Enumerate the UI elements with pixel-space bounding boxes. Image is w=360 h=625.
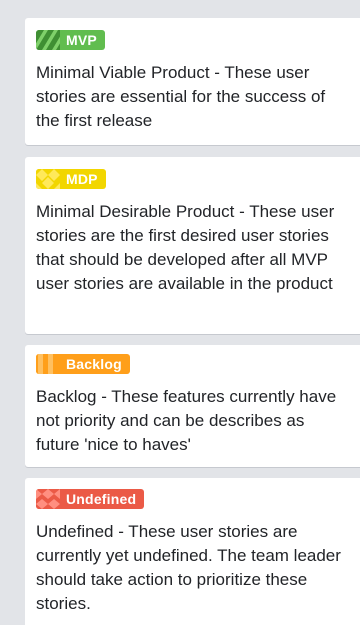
- orange-bars-icon: [36, 354, 60, 374]
- card-description: Minimal Desirable Product - These user s…: [36, 202, 335, 293]
- label-badge-backlog[interactable]: Backlog: [36, 354, 130, 374]
- label-badge-mvp[interactable]: MVP: [36, 30, 105, 50]
- card-description: Undefined - These user stories are curre…: [36, 522, 341, 613]
- label-badge-mdp[interactable]: MDP: [36, 169, 106, 189]
- card-description: Minimal Viable Product - These user stor…: [36, 63, 326, 130]
- yellow-diamonds-icon: [36, 169, 60, 189]
- label-text: Backlog: [66, 356, 122, 372]
- card-undefined[interactable]: Undefined Undefined - These user stories…: [25, 478, 360, 625]
- card-mvp[interactable]: MVP Minimal Viable Product - These user …: [25, 18, 360, 145]
- green-stripes-icon: [36, 30, 60, 50]
- label-text: MVP: [66, 32, 97, 48]
- label-badge-undefined[interactable]: Undefined: [36, 489, 145, 509]
- card-description: Backlog - These features currently have …: [36, 387, 337, 454]
- label-text: MDP: [66, 171, 98, 187]
- card-list: MVP Minimal Viable Product - These user …: [0, 0, 360, 625]
- card-backlog[interactable]: Backlog Backlog - These features current…: [25, 345, 360, 467]
- card-mdp[interactable]: MDP Minimal Desirable Product - These us…: [25, 157, 360, 334]
- red-checker-icon: [36, 489, 60, 509]
- label-text: Undefined: [66, 491, 137, 507]
